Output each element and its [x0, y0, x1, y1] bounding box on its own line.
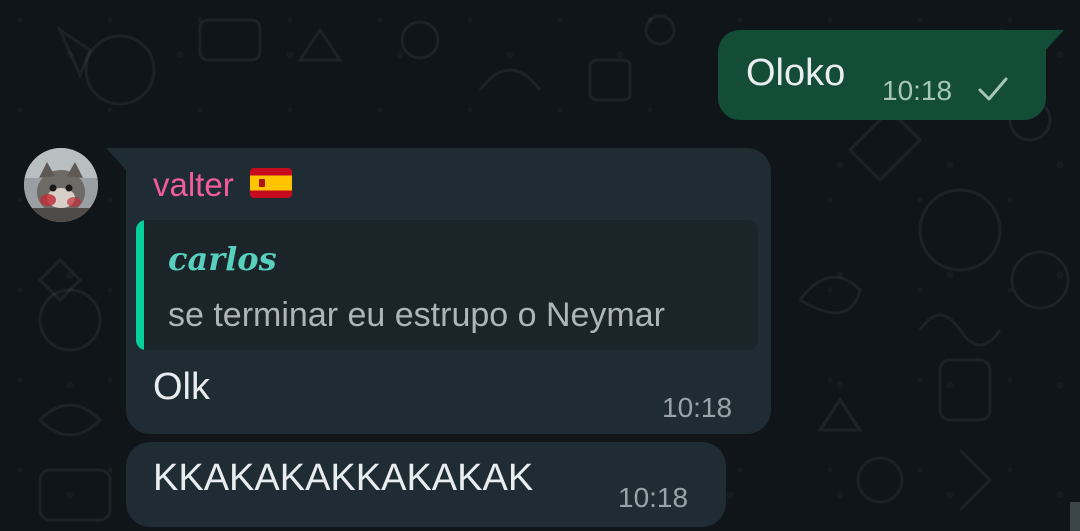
- outgoing-message-bubble[interactable]: Oloko 10:18: [718, 30, 1064, 120]
- outgoing-message-text: Oloko: [746, 52, 846, 94]
- spain-flag-icon: [250, 168, 292, 198]
- cat-avatar-icon: [24, 148, 98, 222]
- message-time-2: 10:18: [618, 482, 689, 513]
- quote-accent-bar: [136, 220, 144, 350]
- message-time: 10:18: [662, 392, 733, 423]
- outgoing-message-time: 10:18: [882, 75, 953, 106]
- incoming-message-bubble[interactable]: valter carlos se terminar eu estrupo o N…: [106, 148, 771, 434]
- check-icon: [978, 77, 1008, 101]
- incoming-message-bubble-2[interactable]: KKAKAKAKKAKAKAK 10:18: [126, 442, 726, 527]
- quoted-text: se terminar eu estrupo o Neymar: [168, 296, 665, 334]
- quoted-author: carlos: [168, 240, 277, 278]
- quoted-message[interactable]: carlos se terminar eu estrupo o Neymar: [136, 220, 758, 350]
- message-text: Olk: [153, 366, 210, 408]
- sender-name[interactable]: valter: [153, 166, 234, 204]
- avatar[interactable]: [24, 148, 98, 222]
- message-text-2: KKAKAKAKKAKAKAK: [153, 457, 534, 499]
- scroll-indicator[interactable]: [1070, 502, 1080, 531]
- outgoing-bubble-tail: [1044, 30, 1064, 52]
- incoming-bubble-tail: [106, 148, 126, 170]
